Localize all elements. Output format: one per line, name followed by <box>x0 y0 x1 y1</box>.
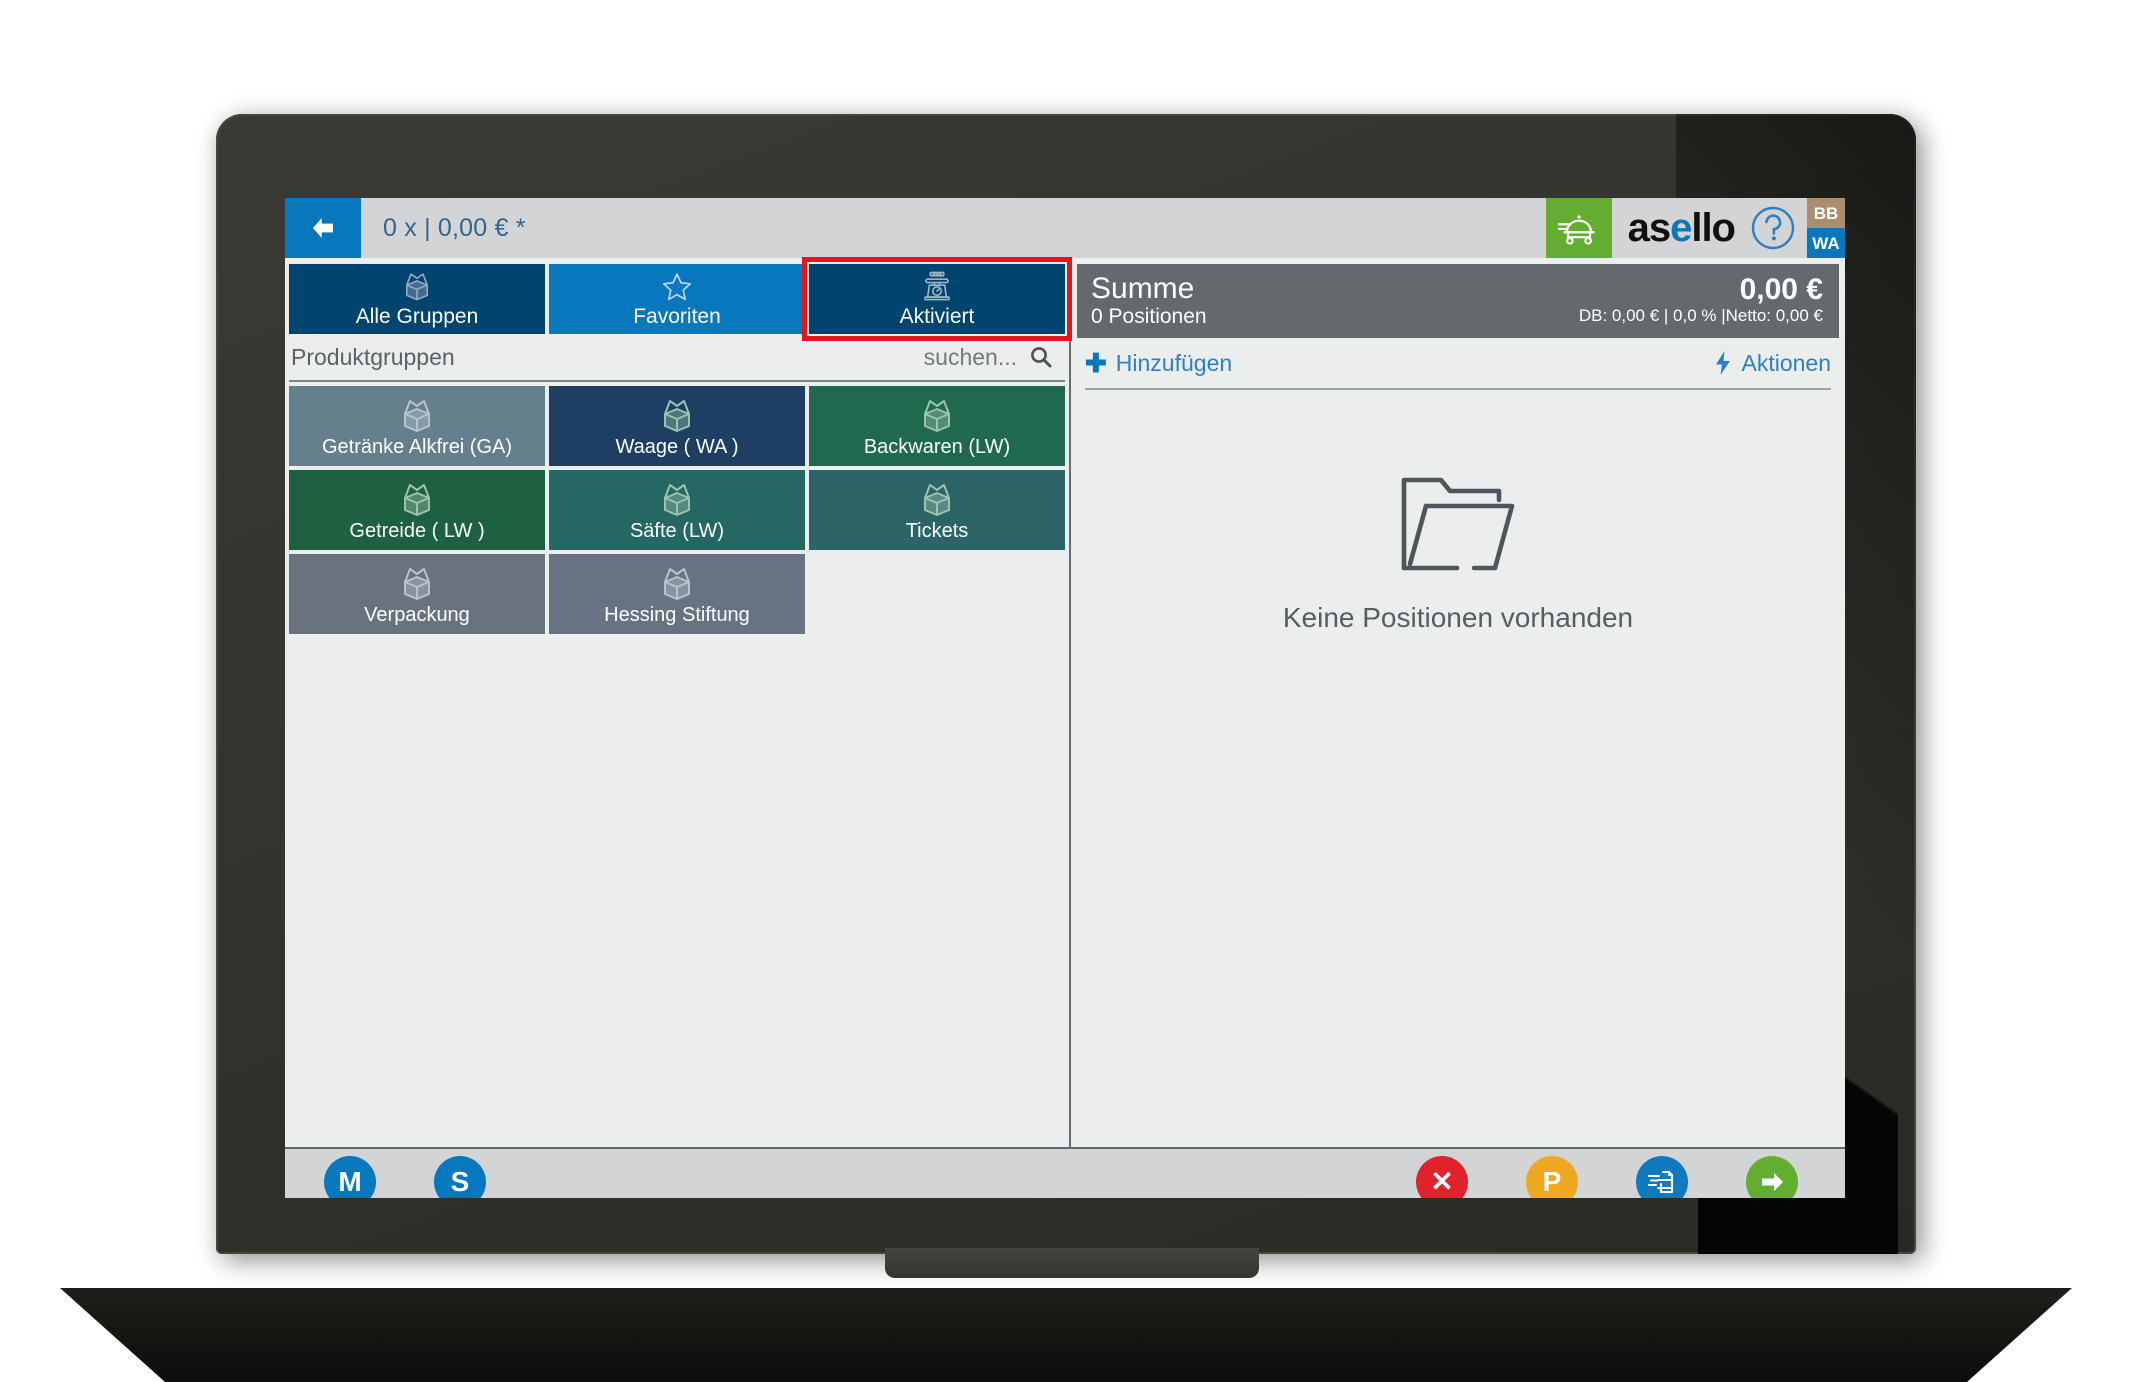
app-bar-spacer <box>526 198 1546 258</box>
open-box-icon <box>404 399 430 432</box>
tab-label: Favoriten <box>633 305 721 328</box>
summary-total: 0,00 € <box>1739 272 1823 306</box>
product-group-label: Verpackung <box>364 603 470 626</box>
tab-label: Alle Gruppen <box>355 305 479 328</box>
arrow-left-icon <box>313 218 333 238</box>
brand-prefix: as <box>1627 206 1671 250</box>
actions-row: ✚ Hinzufügen Aktionen <box>1077 338 1839 388</box>
bottom-right-buttons: ✕ Verwerfen P Parken Schnelldruck Weiter <box>1395 1156 1819 1198</box>
receipt-inner: Summe 0 Positionen 0,00 € DB: 0,00 € | 0… <box>1071 258 1845 390</box>
product-groups-header: Produktgruppen suchen... <box>285 334 1069 380</box>
product-group-tile[interactable]: Tickets <box>809 470 1065 550</box>
arrow-right-button[interactable]: Weiter <box>1725 1156 1819 1198</box>
open-box-icon <box>664 483 690 516</box>
badge-bb[interactable]: BB <box>1807 198 1845 228</box>
product-group-label: Hessing Stiftung <box>604 603 750 626</box>
brand-suffix: llo <box>1691 206 1736 250</box>
fast-printer-icon <box>1636 1156 1688 1198</box>
summary-box: Summe 0 Positionen 0,00 € DB: 0,00 € | 0… <box>1077 264 1839 338</box>
open-box-icon <box>404 483 430 516</box>
add-position-label: Hinzufügen <box>1115 349 1233 376</box>
search-control[interactable]: suchen... <box>924 344 1053 371</box>
lightning-bolt-icon <box>1716 351 1731 375</box>
screenshot-stage: 0 x | 0,00 € * asello BB WA Alle Gruppen… <box>0 0 2143 1382</box>
star-icon <box>660 269 694 303</box>
arrow-right-icon <box>1746 1156 1798 1198</box>
bottom-left-buttons: M Manuell S Scan <box>303 1156 507 1198</box>
product-group-tile[interactable]: Getränke Alkfrei (GA) <box>289 386 545 466</box>
manual-entry-icon: M <box>324 1156 376 1198</box>
category-tabs: Alle Gruppen Favoriten Aktiviert <box>285 257 1072 341</box>
product-group-tile[interactable]: Backwaren (LW) <box>809 386 1065 466</box>
room-service-button[interactable] <box>1545 198 1612 258</box>
badge-wa[interactable]: WA <box>1807 228 1845 258</box>
open-box-icon <box>664 399 690 432</box>
tab-alle-gruppen[interactable]: Alle Gruppen <box>289 264 545 334</box>
summary-positions: 0 Positionen <box>1091 305 1207 329</box>
tab-aktiviert[interactable]: Aktiviert <box>802 257 1072 341</box>
search-icon[interactable] <box>1029 345 1053 369</box>
product-groups-title: Produktgruppen <box>291 343 455 370</box>
open-box-icon <box>400 269 434 303</box>
bottom-toolbar: M Manuell S Scan ✕ Verwerfen P Parken Schn… <box>285 1149 1845 1198</box>
fast-printer-button[interactable]: Schnelldruck <box>1615 1156 1709 1198</box>
brand-accent-letter: e <box>1670 206 1692 250</box>
product-group-label: Säfte (LW) <box>629 519 725 542</box>
product-group-tile[interactable]: Säfte (LW) <box>549 470 805 550</box>
summary-left: Summe 0 Positionen <box>1091 273 1579 330</box>
manual-entry-button[interactable]: M Manuell <box>303 1156 397 1198</box>
laptop-base-notch <box>885 1248 1259 1278</box>
actions-rule <box>1085 388 1831 390</box>
summary-label: Summe <box>1091 271 1195 305</box>
plus-icon: ✚ <box>1085 348 1107 378</box>
receipt-pane: Summe 0 Positionen 0,00 € DB: 0,00 € | 0… <box>1071 258 1845 1147</box>
body-split: Alle Gruppen Favoriten Aktiviert Produkt… <box>285 257 1845 1147</box>
product-group-label: Tickets <box>905 519 969 542</box>
product-group-tile[interactable]: Verpackung <box>289 554 545 634</box>
brand-wordmark: asello <box>1627 206 1736 250</box>
back-button[interactable] <box>285 198 361 258</box>
open-box-icon <box>404 567 430 600</box>
summary-detail: DB: 0,00 € | 0,0 % |Netto: 0,00 € <box>1578 306 1823 326</box>
open-box-icon <box>924 483 950 516</box>
tab-favoriten[interactable]: Favoriten <box>549 264 805 334</box>
product-group-tile[interactable]: Waage ( WA ) <box>549 386 805 466</box>
cross-circle-icon: ✕ <box>1416 1156 1468 1198</box>
parking-icon: P <box>1526 1156 1578 1198</box>
tab-label: Aktiviert <box>899 305 975 328</box>
actions-button[interactable]: Aktionen <box>1714 350 1831 377</box>
actions-label: Aktionen <box>1741 349 1831 376</box>
location-badges: BB WA <box>1807 198 1845 258</box>
product-group-label: Backwaren (LW) <box>863 435 1011 458</box>
cart-summary: 0 x | 0,00 € * <box>383 213 526 242</box>
product-group-tile[interactable]: Getreide ( LW ) <box>289 470 545 550</box>
add-position-button[interactable]: ✚ Hinzufügen <box>1085 350 1714 377</box>
open-box-icon <box>664 567 690 600</box>
summary-right: 0,00 € DB: 0,00 € | 0,0 % |Netto: 0,00 € <box>1579 274 1823 328</box>
empty-state: Keine Positionen vorhanden <box>1071 472 1845 634</box>
product-pane: Alle Gruppen Favoriten Aktiviert Produkt… <box>285 257 1072 1147</box>
pos-screen: 0 x | 0,00 € * asello BB WA Alle Gruppen… <box>285 198 1845 1198</box>
product-group-label: Getränke Alkfrei (GA) <box>321 435 513 458</box>
cross-circle-button[interactable]: ✕ Verwerfen <box>1395 1156 1489 1198</box>
search-input[interactable]: suchen... <box>924 344 1017 371</box>
laptop-base-lower <box>60 1288 2072 1382</box>
scan-button[interactable]: S Scan <box>413 1156 507 1198</box>
open-folder-icon <box>1401 477 1515 571</box>
open-box-icon <box>924 399 950 432</box>
product-group-tiles: Getränke Alkfrei (GA) Waage ( WA ) Backw… <box>285 382 1069 638</box>
product-group-label: Waage ( WA ) <box>615 435 739 458</box>
room-service-cart-icon <box>1557 215 1595 245</box>
product-group-label: Getreide ( LW ) <box>349 519 485 542</box>
kitchen-scale-icon <box>920 269 954 303</box>
app-bar: 0 x | 0,00 € * asello BB WA <box>285 198 1845 258</box>
scan-icon: S <box>434 1156 486 1198</box>
product-group-tile[interactable]: Hessing Stiftung <box>549 554 805 634</box>
empty-state-text: Keine Positionen vorhanden <box>1282 602 1634 633</box>
question-mark-circle-icon[interactable] <box>1749 204 1797 252</box>
brand-logo: asello <box>1612 198 1807 258</box>
parking-button[interactable]: P Parken <box>1505 1156 1599 1198</box>
